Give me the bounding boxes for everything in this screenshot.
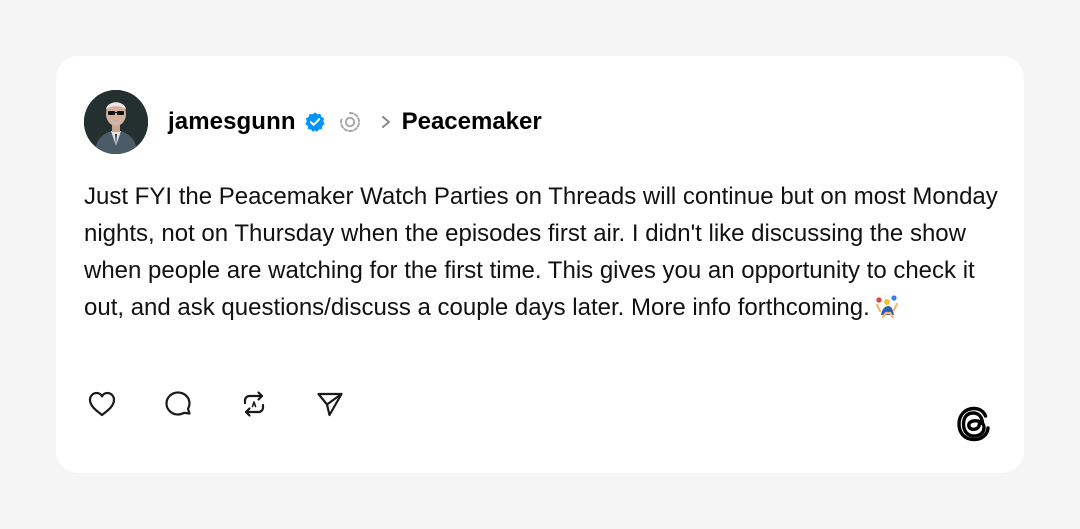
author-username[interactable]: jamesgunn xyxy=(168,108,296,136)
avatar[interactable] xyxy=(84,90,148,154)
chevron-right-icon xyxy=(378,112,394,132)
repost-button[interactable] xyxy=(236,386,272,422)
post-body: Just FYI the Peacemaker Watch Parties on… xyxy=(84,178,1014,326)
person-juggling-emoji xyxy=(874,293,900,319)
send-icon xyxy=(317,392,343,417)
threads-profile-icon[interactable] xyxy=(338,110,362,134)
repost-icon xyxy=(243,391,265,417)
verified-badge-icon xyxy=(304,111,326,133)
post-card: jamesgunn Peacemaker Just FYI the Peacem… xyxy=(56,56,1024,473)
post-actions xyxy=(84,386,388,422)
like-button[interactable] xyxy=(84,386,120,422)
community-name[interactable]: Peacemaker xyxy=(402,108,542,136)
heart-icon xyxy=(88,391,116,417)
share-button[interactable] xyxy=(312,386,348,422)
threads-logo-icon[interactable] xyxy=(952,402,996,446)
comment-icon xyxy=(165,391,191,416)
post-header: jamesgunn Peacemaker xyxy=(168,104,542,140)
reply-button[interactable] xyxy=(160,386,196,422)
post-text: Just FYI the Peacemaker Watch Parties on… xyxy=(84,183,998,321)
